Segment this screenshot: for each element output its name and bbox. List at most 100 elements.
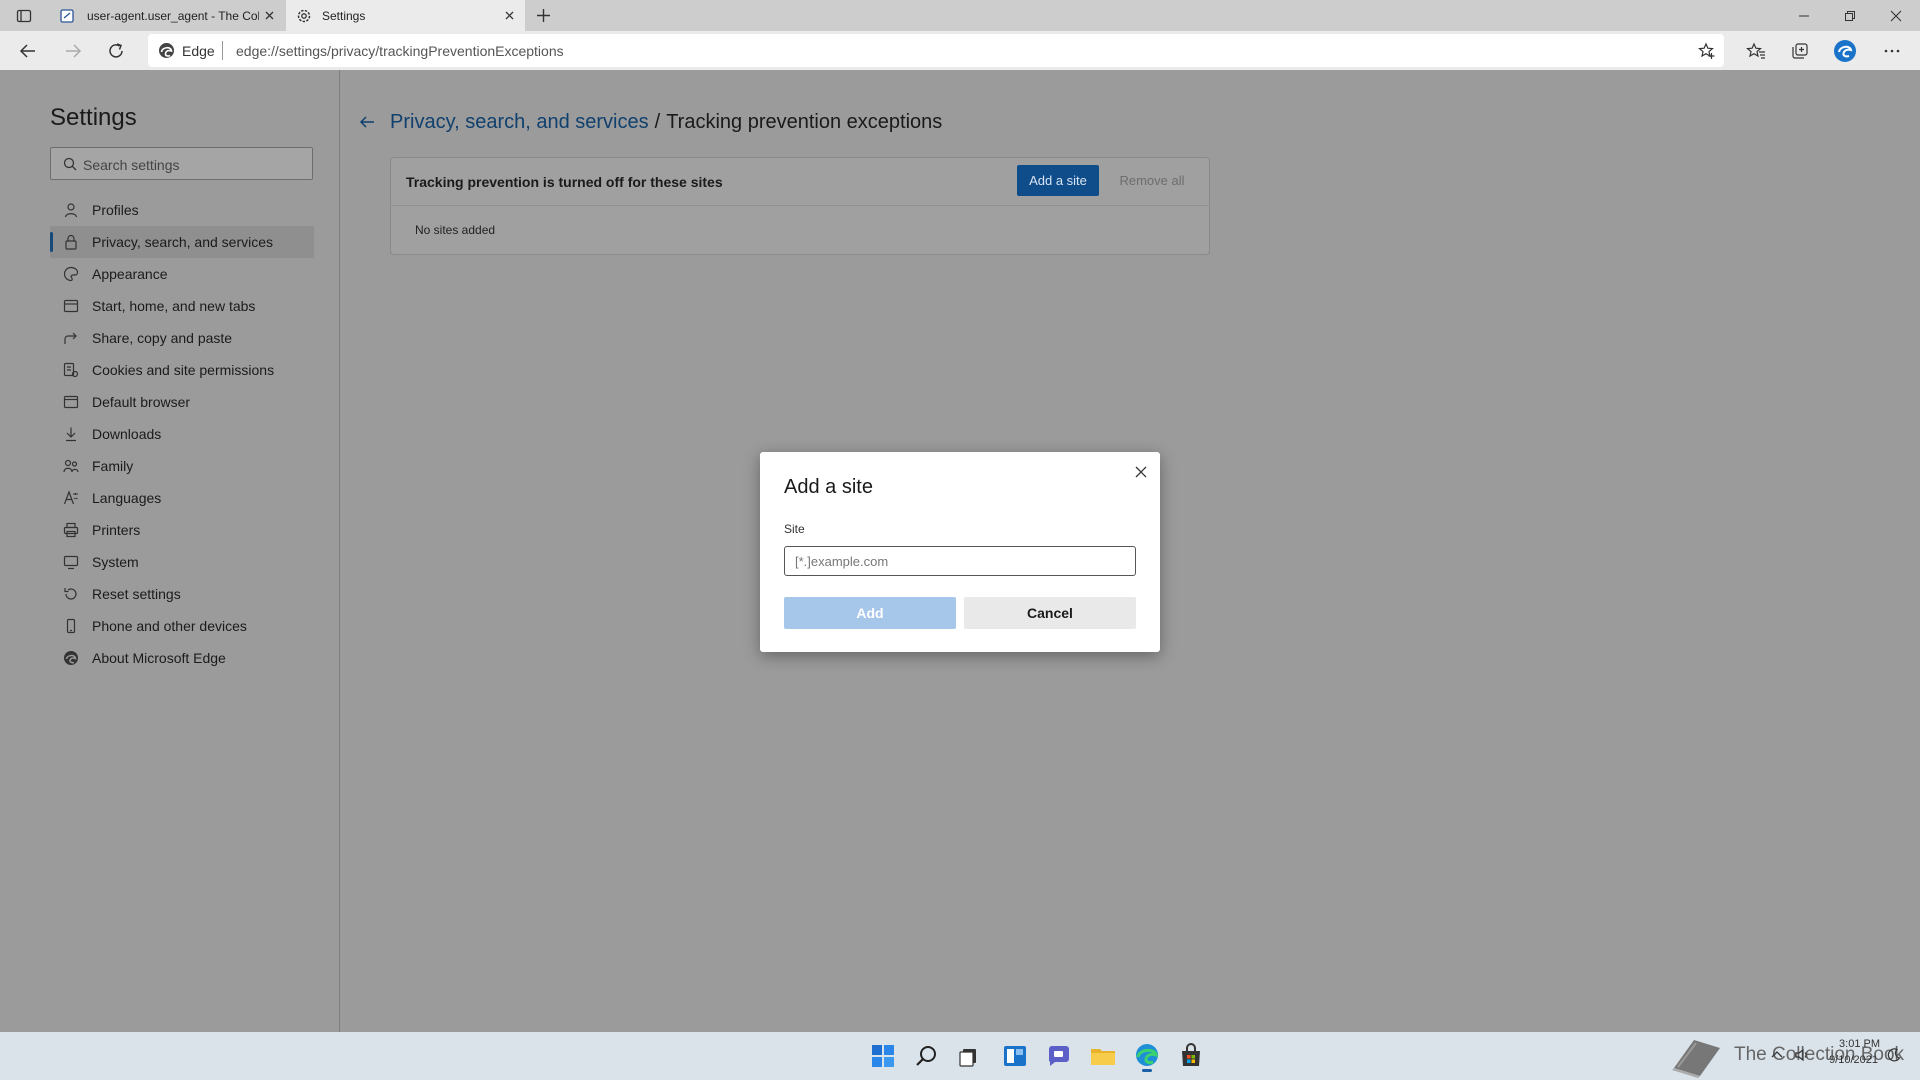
collections-icon[interactable] (1790, 41, 1810, 61)
page-title: Tracking prevention exceptions (666, 111, 943, 133)
sidebar-item-label: Share, copy and paste (92, 330, 233, 346)
sidebar-item-label: Family (92, 458, 134, 474)
cancel-button[interactable]: Cancel (964, 597, 1136, 629)
search-input[interactable] (81, 154, 305, 176)
add-site-dialog: Add a site Site Add Cancel (760, 452, 1160, 652)
address-separator (222, 41, 223, 60)
close-window-icon[interactable] (1888, 8, 1904, 24)
profile-icon (63, 202, 79, 218)
sidebar-item-label: Printers (92, 522, 141, 538)
tab-title: Settings (322, 8, 366, 23)
sidebar-item-label: Phone and other devices (92, 618, 247, 634)
store-icon[interactable] (1175, 1040, 1207, 1072)
sidebar-item-default-browser[interactable]: Default browser (50, 386, 314, 418)
watermark-book-icon (1668, 1034, 1724, 1078)
sidebar-item-downloads[interactable]: Downloads (50, 418, 314, 450)
breadcrumb-parent-link[interactable]: Privacy, search, and services (390, 111, 649, 134)
breadcrumb: Privacy, search, and services / Tracking… (390, 111, 942, 134)
palette-icon (63, 266, 79, 282)
sidebar-item-share-copy[interactable]: Share, copy and paste (50, 322, 314, 354)
sidebar-item-languages[interactable]: Languages (50, 482, 314, 514)
widgets-icon[interactable] (999, 1040, 1031, 1072)
sidebar-item-phone[interactable]: Phone and other devices (50, 610, 314, 642)
sidebar-item-label: About Microsoft Edge (92, 650, 226, 666)
sidebar-item-label: Languages (92, 490, 162, 506)
more-options-icon[interactable] (1882, 41, 1902, 61)
share-icon (63, 330, 79, 346)
forward-icon[interactable] (63, 41, 83, 61)
task-view-icon[interactable] (954, 1040, 986, 1072)
edge-logo-icon (158, 42, 175, 59)
file-explorer-icon[interactable] (1087, 1040, 1119, 1072)
profile-avatar-icon[interactable] (1833, 39, 1857, 63)
lock-icon (63, 234, 79, 250)
search-settings-box[interactable] (50, 147, 313, 180)
start-icon[interactable] (867, 1040, 899, 1072)
empty-list-text: No sites added (415, 223, 496, 237)
tray-chevron-icon[interactable] (1770, 1048, 1784, 1062)
close-icon[interactable] (1132, 463, 1150, 481)
sidebar-item-label: Appearance (92, 266, 168, 282)
browser-toolbar: Edge edge://settings/privacy/trackingPre… (0, 31, 1920, 70)
dialog-title: Add a site (784, 476, 873, 498)
tab-settings[interactable]: Settings (286, 0, 525, 31)
sidebar-item-label: Profiles (92, 202, 139, 218)
sidebar-item-family[interactable]: Family (50, 450, 314, 482)
cookies-icon (63, 362, 79, 378)
clock-time[interactable]: 3:01 PM (1826, 1038, 1880, 1050)
sidebar-item-label: Privacy, search, and services (92, 234, 274, 250)
teams-chat-icon[interactable] (1043, 1040, 1075, 1072)
back-arrow-icon[interactable] (357, 112, 377, 132)
sidebar-item-cookies[interactable]: Cookies and site permissions (50, 354, 314, 386)
system-icon (63, 554, 79, 570)
sidebar-item-start-home[interactable]: Start, home, and new tabs (50, 290, 314, 322)
reset-icon (63, 586, 79, 602)
restore-icon[interactable] (1842, 8, 1858, 24)
new-tab-icon[interactable] (535, 7, 552, 24)
clock-date[interactable]: 9/10/2021 (1824, 1054, 1878, 1066)
settings-title: Settings (50, 104, 137, 131)
sidebar-item-label: Downloads (92, 426, 162, 442)
address-scheme-label: Edge (182, 43, 215, 59)
back-icon[interactable] (18, 41, 38, 61)
browser-icon (63, 394, 79, 410)
sidebar-item-label: System (92, 554, 139, 570)
printer-icon (63, 522, 79, 538)
sidebar-item-appearance[interactable]: Appearance (50, 258, 314, 290)
address-url[interactable]: edge://settings/privacy/trackingPreventi… (236, 43, 564, 59)
sidebar-item-privacy[interactable]: Privacy, search, and services (50, 226, 314, 258)
tab-actions-icon[interactable] (16, 8, 32, 24)
refresh-icon[interactable] (106, 41, 126, 61)
search-icon (63, 157, 77, 171)
address-bar[interactable]: Edge edge://settings/privacy/trackingPre… (148, 34, 1724, 67)
add-button[interactable]: Add (784, 597, 956, 629)
edge-taskbar-icon[interactable] (1131, 1040, 1163, 1072)
sidebar-item-printers[interactable]: Printers (50, 514, 314, 546)
volume-icon[interactable] (1794, 1047, 1810, 1063)
sidebar-item-system[interactable]: System (50, 546, 314, 578)
search-icon[interactable] (911, 1040, 943, 1072)
add-a-site-button[interactable]: Add a site (1017, 165, 1099, 196)
site-input[interactable] (784, 546, 1136, 576)
remove-all-button[interactable]: Remove all (1107, 165, 1197, 196)
sidebar-item-label: Reset settings (92, 586, 181, 602)
tab-title: user-agent.user_agent - The Coll (87, 8, 259, 23)
add-favorite-icon[interactable] (1698, 42, 1716, 60)
breadcrumb-separator: / (654, 111, 661, 133)
tab-strip: user-agent.user_agent - The Coll Setting… (0, 0, 1920, 31)
language-icon (63, 490, 79, 506)
edge-logo-icon (63, 650, 79, 666)
exceptions-card: Tracking prevention is turned off for th… (390, 157, 1210, 255)
close-tab-icon[interactable] (502, 8, 517, 23)
close-tab-icon[interactable] (262, 8, 277, 23)
favorites-icon[interactable] (1746, 41, 1766, 61)
sidebar-divider (339, 70, 340, 1032)
tab-user-agent[interactable]: user-agent.user_agent - The Coll (47, 0, 285, 31)
family-icon (63, 458, 79, 474)
sidebar-item-about[interactable]: About Microsoft Edge (50, 642, 314, 674)
sidebar-item-label: Start, home, and new tabs (92, 298, 256, 314)
sidebar-item-profiles[interactable]: Profiles (50, 194, 314, 226)
notification-moon-icon[interactable] (1886, 1047, 1902, 1063)
minimize-icon[interactable] (1796, 8, 1812, 24)
sidebar-item-reset[interactable]: Reset settings (50, 578, 314, 610)
